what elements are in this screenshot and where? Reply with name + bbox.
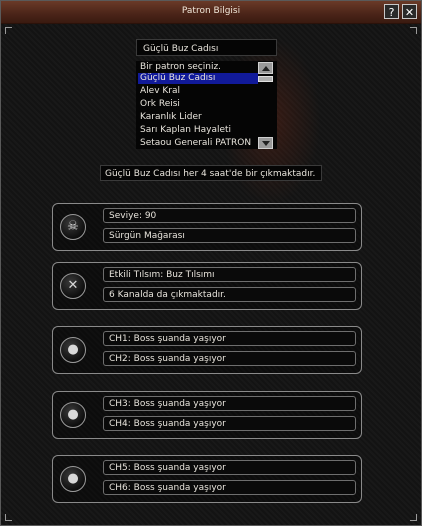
channel-status-line: CH6: Boss şuanda yaşıyor	[103, 480, 356, 495]
channel-status-line: CH3: Boss şuanda yaşıyor	[103, 396, 356, 411]
channel-status-card: ● CH1: Boss şuanda yaşıyor CH2: Boss şua…	[52, 326, 362, 374]
boss-status-icon: ●	[60, 402, 86, 428]
boss-list-item[interactable]: Alev Kral	[138, 86, 258, 97]
channel-status-line: CH2: Boss şuanda yaşıyor	[103, 351, 356, 366]
close-button[interactable]: ✕	[402, 4, 417, 19]
channel-status-line: CH4: Boss şuanda yaşıyor	[103, 416, 356, 431]
channel-status-card: ● CH5: Boss şuanda yaşıyor CH6: Boss şua…	[52, 455, 362, 503]
boss-select-field[interactable]: Güçlü Buz Cadısı	[136, 39, 277, 56]
boss-list-item[interactable]: Setaou Generali PATRON	[138, 138, 258, 149]
card-line: Etkili Tılsım: Buz Tılsımı	[103, 267, 356, 282]
frame-corner-icon	[410, 27, 417, 34]
boss-list-item[interactable]: Karanlık Lider	[138, 112, 258, 123]
window-title: Patron Bilgisi	[181, 6, 241, 16]
boss-list-item-selected[interactable]: Güçlü Buz Cadısı	[138, 73, 258, 84]
scroll-up-icon[interactable]	[258, 62, 273, 74]
skull-icon: ☠	[60, 214, 86, 240]
channel-status-card: ● CH3: Boss şuanda yaşıyor CH4: Boss şua…	[52, 391, 362, 439]
boss-list-item[interactable]: Sarı Kaplan Hayaleti	[138, 125, 258, 136]
boss-level-card: ☠ Seviye: 90 Sürgün Mağarası	[52, 203, 362, 251]
boss-status-icon: ●	[60, 337, 86, 363]
scroll-down-icon[interactable]	[258, 137, 273, 149]
boss-talisman-card: ✕ Etkili Tılsım: Buz Tılsımı 6 Kanalda d…	[52, 262, 362, 310]
frame-corner-icon	[5, 514, 12, 521]
crossed-bones-icon: ✕	[60, 273, 86, 299]
frame-corner-icon	[410, 514, 417, 521]
help-button[interactable]: ?	[384, 4, 399, 19]
boss-list-item[interactable]: Bir patron seçiniz.	[138, 62, 258, 73]
card-line: 6 Kanalda da çıkmaktadır.	[103, 287, 356, 302]
channel-status-line: CH5: Boss şuanda yaşıyor	[103, 460, 356, 475]
boss-info-window: Patron Bilgisi ? ✕ Güçlü Buz Cadısı Bir …	[0, 0, 422, 526]
card-line: Seviye: 90	[103, 208, 356, 223]
scrollbar-thumb[interactable]	[258, 76, 273, 82]
card-line: Sürgün Mağarası	[103, 228, 356, 243]
title-bar[interactable]: Patron Bilgisi ? ✕	[1, 1, 421, 24]
boss-status-icon: ●	[60, 466, 86, 492]
spawn-info-text: Güçlü Buz Cadısı her 4 saat'de bir çıkma…	[100, 165, 322, 181]
channel-status-line: CH1: Boss şuanda yaşıyor	[103, 331, 356, 346]
boss-list[interactable]: Bir patron seçiniz. Güçlü Buz Cadısı Ale…	[136, 61, 277, 149]
frame-corner-icon	[5, 27, 12, 34]
boss-list-item[interactable]: Ork Reisi	[138, 99, 258, 110]
